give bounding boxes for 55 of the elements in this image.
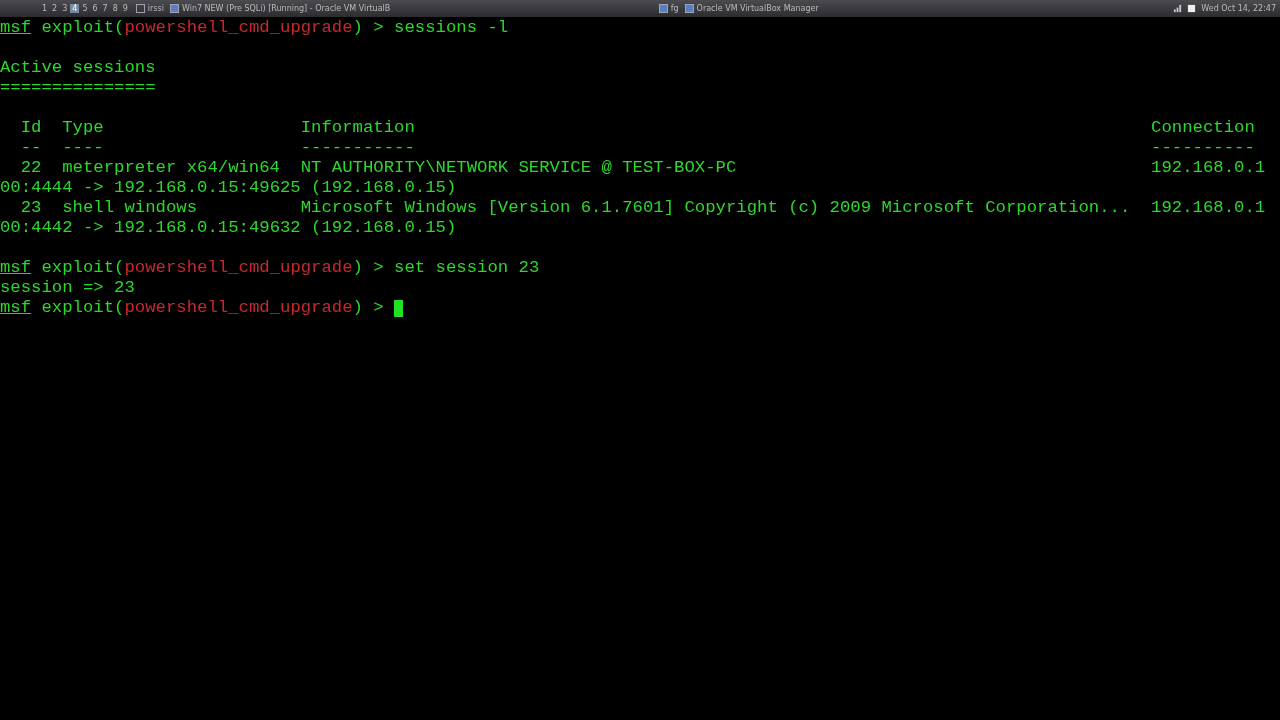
table-cell: -- xyxy=(20,138,42,157)
taskbar-item[interactable]: fg xyxy=(658,4,679,13)
workspace-button[interactable]: 5 xyxy=(80,4,90,13)
workspace-button[interactable]: 9 xyxy=(120,4,130,13)
workspace-button[interactable]: 4 xyxy=(70,4,80,13)
output-line: Active sessions xyxy=(0,58,156,78)
table-cell: NT AUTHORITY\NETWORK SERVICE @ TEST-BOX-PC xyxy=(300,158,737,177)
workspace-button[interactable]: 6 xyxy=(90,4,100,13)
window-icon xyxy=(658,4,668,13)
prompt-context: exploit( xyxy=(41,298,125,318)
table-cell: ----------- xyxy=(300,138,415,157)
table-cell: Information xyxy=(300,118,415,137)
table-cell: ---------- xyxy=(1151,138,1255,157)
taskbar-item[interactable]: irssi xyxy=(135,4,164,13)
table-cell: shell windows xyxy=(62,198,198,217)
window-icon xyxy=(135,4,145,13)
table-cell: 23 xyxy=(20,198,42,217)
table-cell: Id xyxy=(20,118,42,137)
output-line: =============== xyxy=(0,78,156,98)
table-cell: 22 xyxy=(20,158,42,177)
workspace-button[interactable]: 7 xyxy=(100,4,110,13)
module-name: powershell_cmd_upgrade xyxy=(124,258,353,278)
prompt-context: exploit( xyxy=(41,258,125,278)
command: sessions -l xyxy=(394,18,509,38)
module-name: powershell_cmd_upgrade xyxy=(124,18,353,38)
prompt-symbol: ) > xyxy=(352,298,384,318)
table-cell: meterpreter x64/win64 xyxy=(62,158,280,177)
prompt-symbol: ) > xyxy=(352,18,384,38)
output-line: session => 23 xyxy=(0,278,135,298)
square-icon[interactable] xyxy=(1187,4,1197,13)
window-icon xyxy=(684,4,694,13)
table-cell: Microsoft Windows [Version 6.1.7601] Copyright (c) 2009 Microsoft Corporation... xyxy=(300,198,1131,217)
table-cell: Type xyxy=(62,118,104,137)
window-icon xyxy=(169,4,179,13)
taskbar-item[interactable]: Oracle VM VirtualBox Manager xyxy=(684,4,1168,13)
workspace-button[interactable]: 3 xyxy=(60,4,70,13)
output-line: 00:4444 -> 192.168.0.15:49625 (192.168.0.15) xyxy=(0,178,457,198)
table-cell: ---- xyxy=(62,138,104,157)
prompt-prefix: msf xyxy=(0,298,32,318)
table-cell: Connection xyxy=(1151,118,1255,137)
workspace-button[interactable]: 1 xyxy=(40,4,50,13)
workspace-button[interactable]: 8 xyxy=(110,4,120,13)
clock: Wed Oct 14, 22:47 xyxy=(1201,4,1276,13)
prompt-symbol: ) > xyxy=(352,258,384,278)
table-cell: 192.168.0.1 xyxy=(1151,158,1266,177)
prompt-prefix: msf xyxy=(0,258,32,278)
command: set session 23 xyxy=(394,258,540,278)
workspace-button[interactable]: 2 xyxy=(50,4,60,13)
prompt-context: exploit( xyxy=(41,18,125,38)
table-cell: 192.168.0.1 xyxy=(1151,198,1266,217)
prompt-prefix: msf xyxy=(0,18,32,38)
output-line: 00:4442 -> 192.168.0.15:49632 (192.168.0.15) xyxy=(0,218,457,238)
signal-icon[interactable] xyxy=(1173,4,1183,13)
taskbar-item[interactable]: Win7 NEW (Pre SQLi) [Running] - Oracle VM VirtualB xyxy=(169,4,653,13)
module-name: powershell_cmd_upgrade xyxy=(124,298,353,318)
